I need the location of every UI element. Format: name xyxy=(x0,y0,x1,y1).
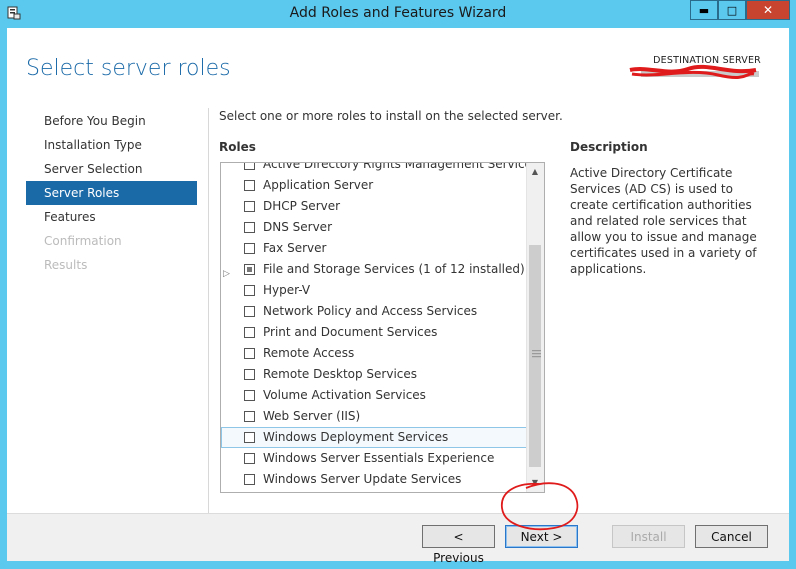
role-row[interactable]: Fax Server xyxy=(221,238,527,259)
role-checkbox[interactable] xyxy=(244,201,255,212)
destination-server-name xyxy=(641,71,759,77)
role-label: Volume Activation Services xyxy=(263,388,426,402)
role-checkbox[interactable] xyxy=(244,222,255,233)
scroll-thumb[interactable]: ― ― ― xyxy=(529,245,541,467)
role-row[interactable]: Remote Desktop Services xyxy=(221,364,527,385)
maximize-button[interactable]: □ xyxy=(718,0,746,20)
cancel-button[interactable]: Cancel xyxy=(695,525,768,548)
role-row[interactable]: Network Policy and Access Services xyxy=(221,301,527,322)
role-row[interactable]: Application Server xyxy=(221,175,527,196)
role-label: Active Directory Rights Management Servi… xyxy=(263,162,539,171)
role-checkbox[interactable] xyxy=(244,264,255,275)
scroll-up-arrow-icon[interactable]: ▲ xyxy=(528,164,542,180)
close-icon: ✕ xyxy=(762,3,774,17)
role-row[interactable]: Windows Server Essentials Experience xyxy=(221,448,527,469)
next-button[interactable]: Next > xyxy=(505,525,578,548)
role-label: Fax Server xyxy=(263,241,327,255)
scroll-down-arrow-icon[interactable]: ▼ xyxy=(528,475,542,491)
role-label: Windows Server Essentials Experience xyxy=(263,451,495,465)
role-row[interactable]: DNS Server xyxy=(221,217,527,238)
role-row[interactable]: Volume Activation Services xyxy=(221,385,527,406)
description-text: Active Directory Certificate Services (A… xyxy=(570,166,757,276)
role-checkbox[interactable] xyxy=(244,453,255,464)
role-label: Remote Access xyxy=(263,346,355,360)
role-row[interactable]: Hyper-V xyxy=(221,280,527,301)
role-row[interactable]: Windows Deployment Services xyxy=(221,427,527,448)
role-label: DHCP Server xyxy=(263,199,341,213)
page-title: Select server roles xyxy=(26,56,231,81)
role-label: Application Server xyxy=(263,178,374,192)
role-checkbox[interactable] xyxy=(244,474,255,485)
role-checkbox[interactable] xyxy=(244,243,255,254)
description-header: Description xyxy=(570,140,648,154)
role-checkbox[interactable] xyxy=(244,348,255,359)
install-button: Install xyxy=(612,525,685,548)
role-checkbox[interactable] xyxy=(244,306,255,317)
wizard-nav: Before You Begin Installation Type Server … xyxy=(26,109,197,277)
roles-list[interactable]: Active Directory Rights Management Servi… xyxy=(220,162,545,493)
role-label: Network Policy and Access Services xyxy=(263,304,478,318)
role-checkbox[interactable] xyxy=(244,369,255,380)
nav-divider xyxy=(208,108,209,514)
nav-item-server-selection[interactable]: Server Selection xyxy=(26,157,197,181)
role-row[interactable]: DHCP Server xyxy=(221,196,527,217)
role-checkbox[interactable] xyxy=(244,285,255,296)
role-label: Windows Deployment Services xyxy=(263,430,449,444)
role-label: Remote Desktop Services xyxy=(263,367,418,381)
role-label: DNS Server xyxy=(263,220,332,234)
roles-scrollbar[interactable]: ▲ ― ― ― ▼ xyxy=(526,163,544,492)
nav-item-confirmation: Confirmation xyxy=(44,234,122,248)
minimize-button[interactable]: ▬ xyxy=(690,0,718,20)
role-checkbox[interactable] xyxy=(244,411,255,422)
destination-server-label: DESTINATION SERVER xyxy=(653,55,761,66)
nav-item-server-roles[interactable]: Server Roles xyxy=(26,181,197,205)
close-button[interactable]: ✕ xyxy=(746,0,790,20)
nav-item-results: Results xyxy=(44,258,88,272)
role-checkbox[interactable] xyxy=(244,163,255,170)
nav-item-installation-type[interactable]: Installation Type xyxy=(26,133,197,157)
role-label: Windows Server Update Services xyxy=(263,472,462,486)
nav-item-before-you-begin[interactable]: Before You Begin xyxy=(26,109,197,133)
role-row[interactable]: Web Server (IIS) xyxy=(221,406,527,427)
instruction-text: Select one or more roles to install on t… xyxy=(219,109,563,123)
title-bar: Add Roles and Features Wizard ▬ □ ✕ xyxy=(0,0,796,28)
role-checkbox[interactable] xyxy=(244,432,255,443)
role-label: File and Storage Services (1 of 12 insta… xyxy=(263,262,525,276)
role-row[interactable]: Remote Access xyxy=(221,343,527,364)
roles-header: Roles xyxy=(219,140,256,154)
nav-item-features[interactable]: Features xyxy=(26,205,197,229)
role-label: Hyper-V xyxy=(263,283,311,297)
role-checkbox[interactable] xyxy=(244,327,255,338)
previous-button[interactable]: < Previous xyxy=(422,525,495,565)
role-checkbox[interactable] xyxy=(244,180,255,191)
minimize-icon: ▬ xyxy=(698,3,710,17)
role-row[interactable]: Print and Document Services xyxy=(221,322,527,343)
wizard-client-area: Select server roles DESTINATION SERVER B… xyxy=(7,28,789,565)
role-label: Print and Document Services xyxy=(263,325,438,339)
wizard-footer: < Previous Next > Install Cancel xyxy=(7,513,789,565)
roles-list-items: Active Directory Rights Management Servi… xyxy=(221,163,538,490)
role-row[interactable]: ▷ File and Storage Services (1 of 12 inst… xyxy=(221,259,527,280)
window-title: Add Roles and Features Wizard xyxy=(289,5,507,21)
role-row[interactable]: Active Directory Rights Management Servi… xyxy=(221,163,538,175)
role-checkbox[interactable] xyxy=(244,390,255,401)
role-row[interactable]: Windows Server Update Services xyxy=(221,469,527,490)
scroll-grip-icon: ― ― ― xyxy=(532,346,541,362)
maximize-icon: □ xyxy=(726,3,738,17)
role-label: Web Server (IIS) xyxy=(263,409,361,423)
